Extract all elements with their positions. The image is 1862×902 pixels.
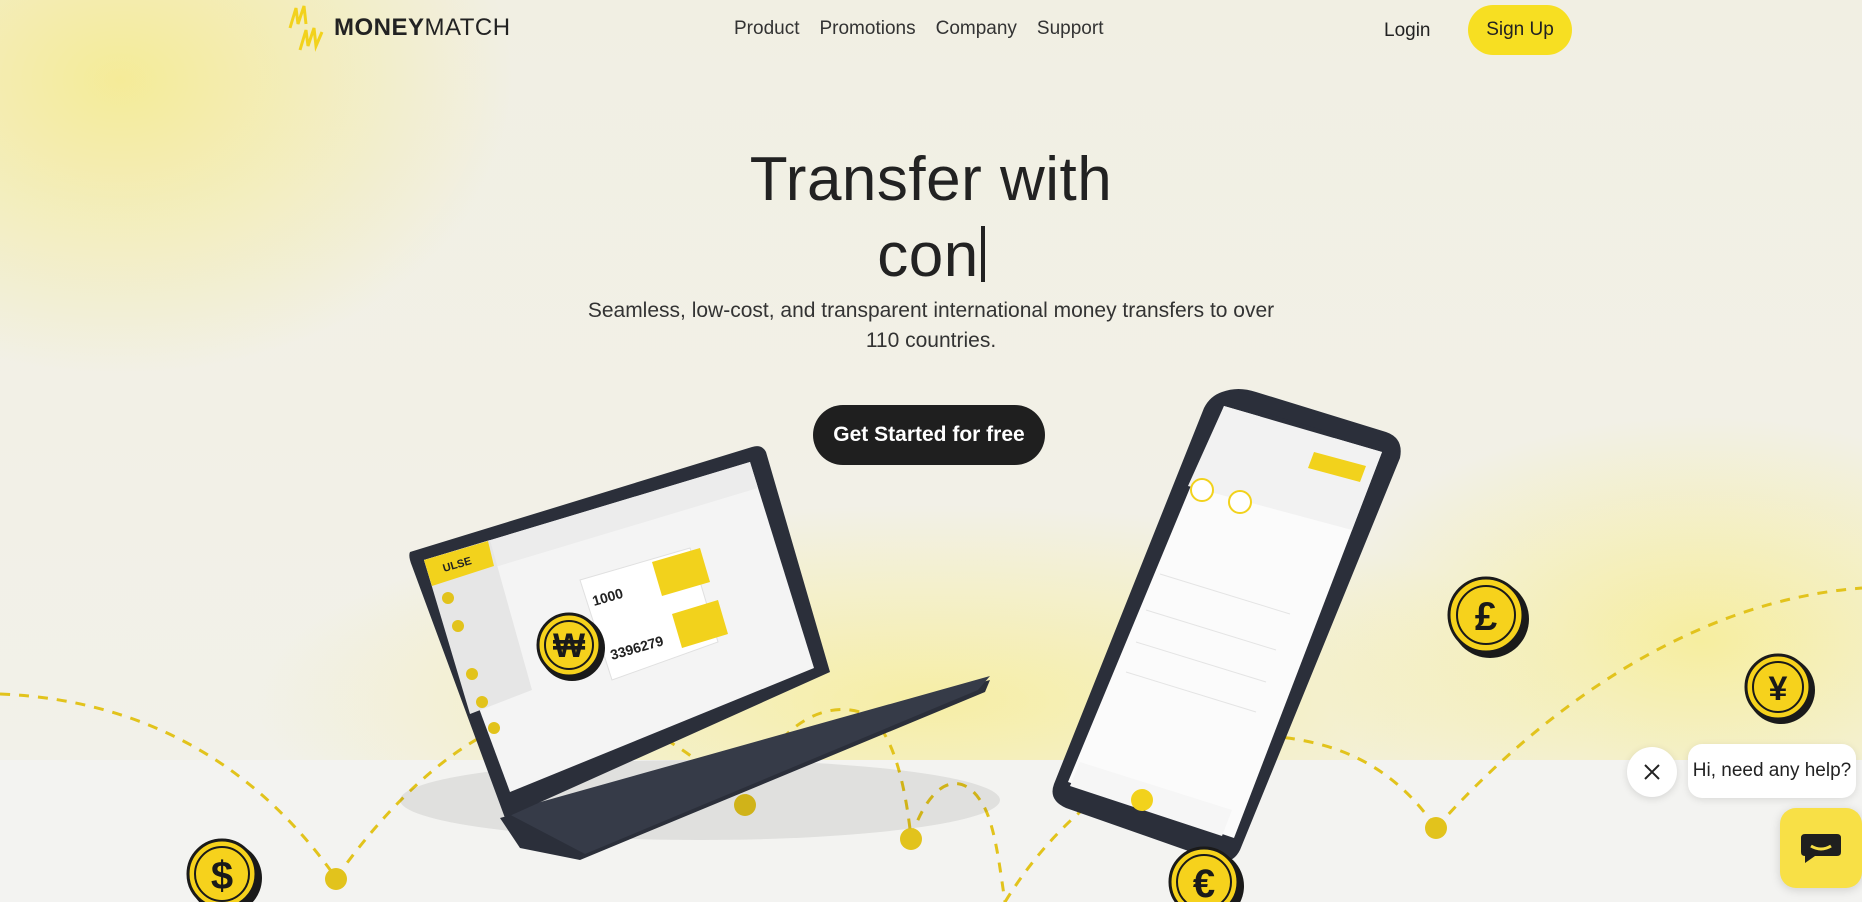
coin-yen: ¥ [1744, 653, 1815, 724]
svg-text:¥: ¥ [1769, 670, 1788, 708]
hero-illustration: ULSE 1000 3396279 ₩ £ ¥ $ € [0, 389, 1862, 902]
path-dot [900, 828, 922, 850]
laptop-illustration: ULSE 1000 3396279 [400, 446, 1000, 860]
close-icon [1644, 764, 1660, 780]
chat-prompt-bubble[interactable]: Hi, need any help? [1688, 744, 1856, 798]
dashed-paths [0, 586, 1862, 902]
path-dot [1425, 817, 1447, 839]
svg-text:$: $ [211, 854, 233, 898]
path-dot [325, 868, 347, 890]
coin-dollar: $ [186, 838, 262, 902]
chat-close-button[interactable] [1627, 747, 1677, 797]
svg-text:£: £ [1475, 595, 1497, 639]
svg-text:₩: ₩ [553, 627, 586, 665]
phone-illustration [1052, 389, 1401, 862]
svg-text:€: € [1193, 862, 1215, 902]
chat-launcher-button[interactable] [1780, 808, 1862, 888]
chat-icon [1801, 834, 1841, 863]
coin-pound: £ [1447, 576, 1529, 658]
